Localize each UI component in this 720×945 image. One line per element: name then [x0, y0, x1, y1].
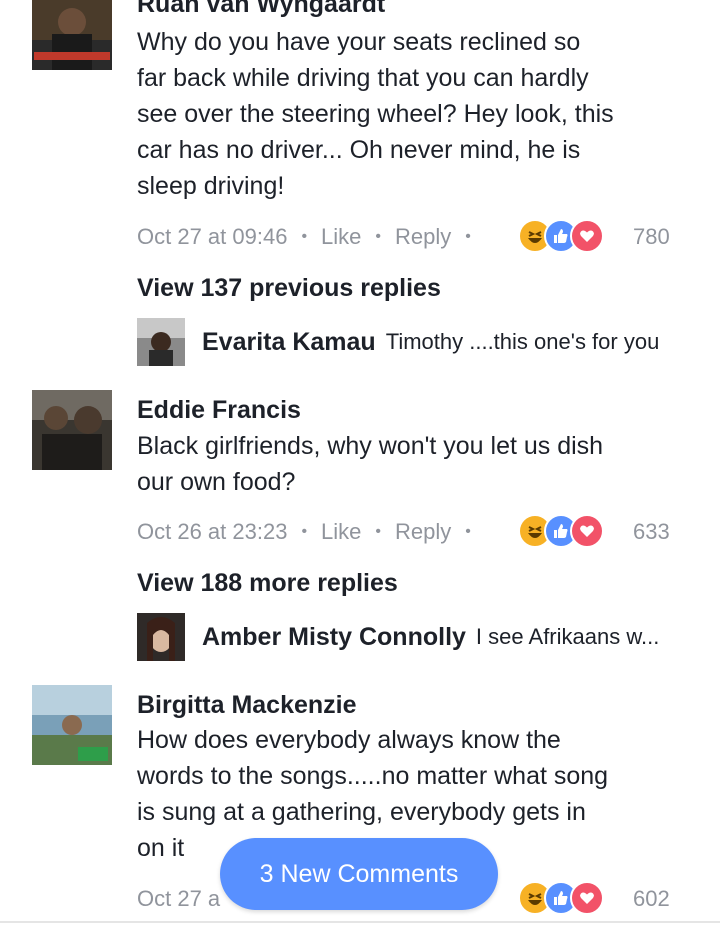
like-button[interactable]: Like — [321, 224, 361, 250]
separator-dot: • — [465, 523, 471, 540]
reply-button[interactable]: Reply — [395, 224, 451, 250]
comment-meta: Oct 27 a — [137, 886, 220, 912]
reaction-count[interactable]: 780 — [633, 224, 670, 250]
reactions-summary[interactable] — [518, 881, 604, 915]
view-previous-replies-link[interactable]: View 137 previous replies — [137, 274, 441, 303]
comment-author[interactable]: Birgitta Mackenzie — [137, 691, 357, 720]
reactions-summary[interactable] — [518, 219, 604, 253]
separator-dot: • — [301, 523, 308, 540]
reply-text: Timothy ....this one's for you — [385, 329, 660, 354]
view-more-replies-link[interactable]: View 188 more replies — [137, 569, 398, 598]
separator-dot: • — [375, 228, 382, 245]
comment-author[interactable]: Ruan van Wyngaardt — [137, 0, 385, 19]
comment-timestamp[interactable]: Oct 27 a — [137, 886, 220, 912]
like-button[interactable]: Like — [321, 519, 361, 545]
reply-button[interactable]: Reply — [395, 519, 451, 545]
love-icon — [570, 219, 604, 253]
divider — [0, 921, 720, 923]
avatar — [137, 613, 185, 661]
comment-timestamp[interactable]: Oct 26 at 23:23 — [137, 519, 287, 545]
love-icon — [570, 514, 604, 548]
avatar[interactable] — [32, 685, 112, 765]
avatar[interactable] — [32, 0, 112, 70]
reply-preview[interactable]: Amber Misty Connolly I see Afrikaans w..… — [137, 613, 659, 661]
reactions-summary[interactable] — [518, 514, 604, 548]
reaction-count[interactable]: 602 — [633, 886, 670, 912]
reply-text: I see Afrikaans w... — [475, 624, 660, 649]
comment-text: Black girlfriends, why won't you let us … — [137, 432, 604, 496]
reaction-count[interactable]: 633 — [633, 519, 670, 545]
avatar — [137, 318, 185, 366]
avatar[interactable] — [32, 390, 112, 470]
comment-author[interactable]: Eddie Francis — [137, 396, 301, 425]
separator-dot: • — [375, 523, 382, 540]
comment-timestamp[interactable]: Oct 27 at 09:46 — [137, 224, 287, 250]
separator-dot: • — [301, 228, 308, 245]
reply-author[interactable]: Amber Misty Connolly — [202, 623, 466, 652]
love-icon — [570, 881, 604, 915]
comment-meta: Oct 27 at 09:46 • Like • Reply • — [137, 224, 485, 250]
new-comments-button[interactable]: 3 New Comments — [220, 838, 498, 910]
comment-meta: Oct 26 at 23:23 • Like • Reply • — [137, 519, 485, 545]
separator-dot: • — [465, 228, 471, 245]
comment-text: Why do you have your seats reclined so f… — [137, 28, 614, 200]
reply-author[interactable]: Evarita Kamau — [202, 328, 376, 357]
reply-preview[interactable]: Evarita Kamau Timothy ....this one's for… — [137, 318, 659, 366]
